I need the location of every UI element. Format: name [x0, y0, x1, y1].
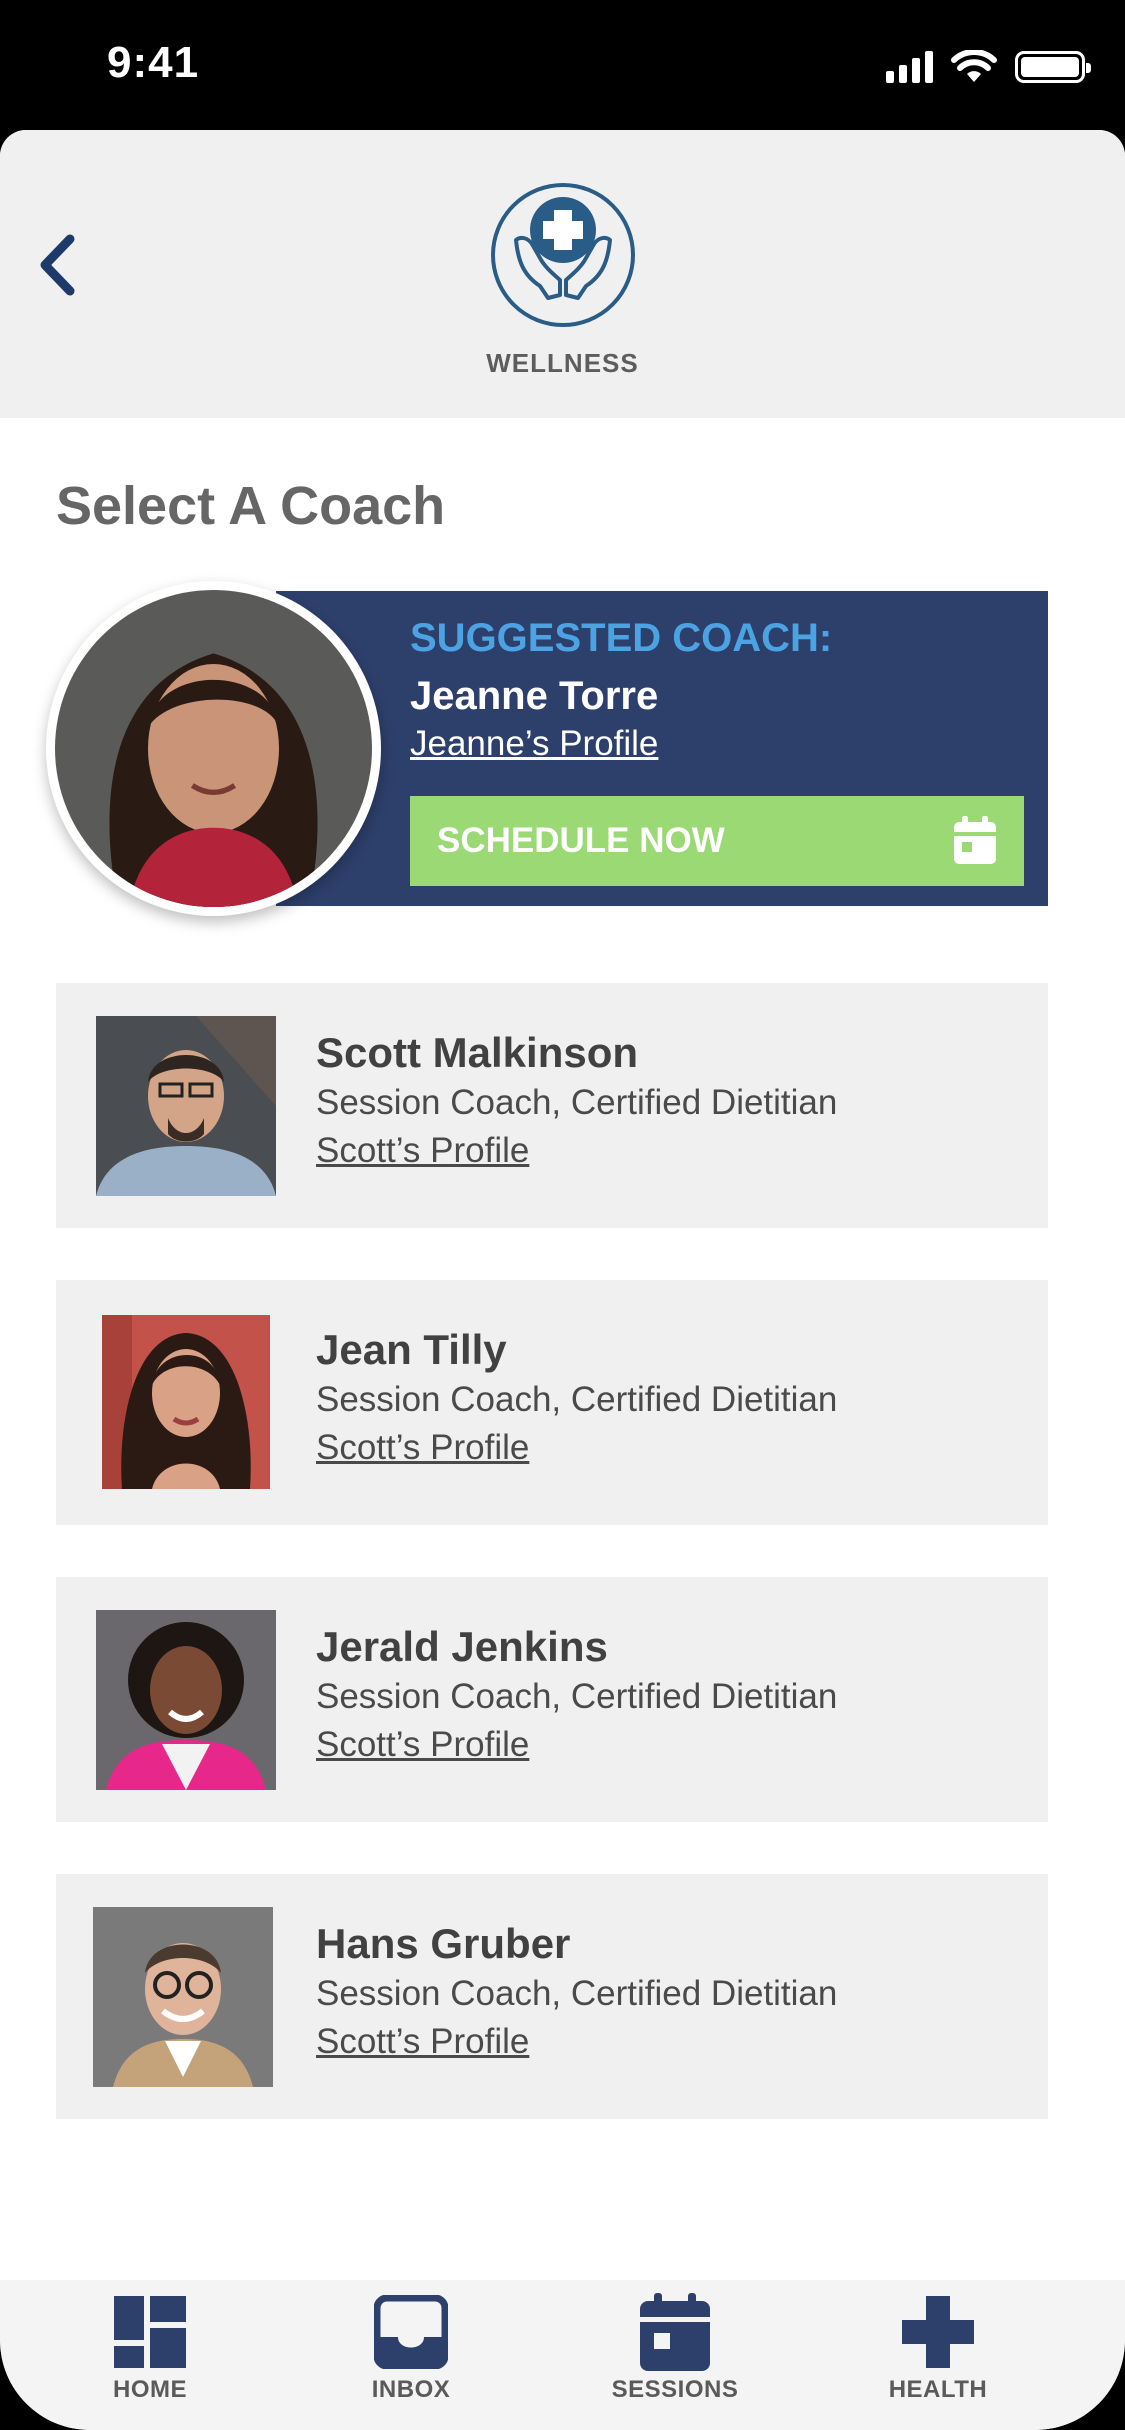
coach-role: Session Coach, Certified Dietitian: [316, 1677, 838, 1716]
coach-card[interactable]: Jean Tilly Session Coach, Certified Diet…: [56, 1280, 1048, 1525]
coach-profile-link[interactable]: Scott’s Profile: [316, 2022, 529, 2062]
status-bar: 9:41: [0, 0, 1125, 130]
calendar-icon: [954, 816, 996, 864]
inbox-icon: [374, 2295, 448, 2369]
tab-label: SESSIONS: [611, 2376, 739, 2403]
schedule-now-label: SCHEDULE NOW: [437, 821, 725, 860]
status-time: 9:41: [107, 38, 200, 87]
tab-label: HOME: [113, 2376, 187, 2403]
schedule-now-button[interactable]: SCHEDULE NOW: [410, 796, 1024, 886]
coach-card[interactable]: Scott Malkinson Session Coach, Certified…: [56, 983, 1048, 1228]
coach-card[interactable]: Hans Gruber Session Coach, Certified Die…: [56, 1874, 1048, 2119]
suggested-coach-avatar: [46, 581, 381, 916]
status-icons: [886, 50, 1091, 84]
back-button[interactable]: [22, 225, 92, 305]
health-cross-icon: [902, 2296, 974, 2368]
coach-role: Session Coach, Certified Dietitian: [316, 1380, 838, 1419]
coach-name: Scott Malkinson: [316, 1029, 639, 1076]
coach-photo: [96, 1610, 276, 1790]
tab-sessions[interactable]: SESSIONS: [575, 2292, 775, 2412]
coach-name: Hans Gruber: [316, 1920, 571, 1967]
coach-profile-link[interactable]: Scott’s Profile: [316, 1131, 529, 1171]
tab-bar: HOME INBOX SESSIONS HEALTH: [0, 2280, 1125, 2430]
coach-name: Jerald Jenkins: [316, 1623, 608, 1670]
coach-card[interactable]: Jerald Jenkins Session Coach, Certified …: [56, 1577, 1048, 1822]
suggested-coach-panel: SUGGESTED COACH: Jeanne Torre Jeanne’s P…: [276, 591, 1048, 906]
chevron-left-icon: [40, 234, 75, 296]
suggested-coach-card: SUGGESTED COACH: Jeanne Torre Jeanne’s P…: [46, 581, 1048, 916]
coach-role: Session Coach, Certified Dietitian: [316, 1974, 838, 2013]
suggested-coach-label: SUGGESTED COACH:: [410, 616, 833, 660]
tab-home[interactable]: HOME: [50, 2292, 250, 2412]
page-title: Select A Coach: [56, 476, 446, 536]
wellness-logo-icon: [491, 183, 635, 327]
coach-name: Jean Tilly: [316, 1326, 507, 1373]
tab-inbox[interactable]: INBOX: [311, 2292, 511, 2412]
tab-label: HEALTH: [888, 2376, 988, 2403]
battery-icon: [1015, 51, 1091, 83]
coach-photo: [93, 1907, 273, 2087]
coach-photo: [96, 1016, 276, 1196]
tab-health[interactable]: HEALTH: [838, 2292, 1038, 2412]
coach-profile-link[interactable]: Scott’s Profile: [316, 1725, 529, 1765]
app-screen: WELLNESS Select A Coach SUGGESTED COACH:…: [0, 130, 1125, 2430]
header: WELLNESS: [0, 130, 1125, 418]
suggested-coach-name: Jeanne Torre: [410, 674, 659, 718]
coach-profile-link[interactable]: Scott’s Profile: [316, 1428, 529, 1468]
wifi-icon: [951, 50, 997, 82]
calendar-icon: [640, 2293, 710, 2371]
coach-role: Session Coach, Certified Dietitian: [316, 1083, 838, 1122]
suggested-coach-profile-link[interactable]: Jeanne’s Profile: [410, 724, 658, 764]
coach-photo: [102, 1315, 270, 1489]
tab-label: INBOX: [371, 2376, 451, 2403]
brand-name: WELLNESS: [486, 348, 639, 378]
cellular-signal-icon: [886, 51, 933, 83]
dashboard-icon: [114, 2296, 186, 2368]
